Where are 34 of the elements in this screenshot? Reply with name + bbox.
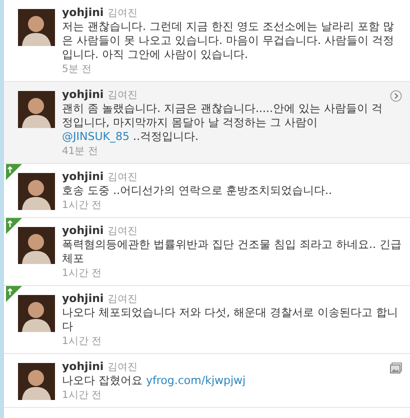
avatar-icon — [18, 173, 55, 210]
timestamp[interactable]: 41분 전 — [62, 145, 98, 158]
username[interactable]: yohjini — [62, 224, 104, 237]
tweet-link[interactable]: @JINSUK_85 — [62, 130, 130, 143]
username[interactable]: yohjini — [62, 170, 104, 183]
arrow-circle-icon[interactable] — [390, 90, 402, 102]
tweet-text: 나오다 체포되었습니다 저와 다섯, 해운대 경찰서로 이송된다고 합니다 — [62, 306, 399, 334]
username[interactable]: yohjini — [62, 360, 104, 373]
tweet-text: 저는 괜찮습니다. 그런데 지금 한진 영도 조선소에는 날라리 포함 많은 사람들이 못 나오고 있습니다. 마음이 무겁습니다. 사람들이 걱정입니다. 아직 그안에 사람이 있습니다. — [62, 20, 395, 62]
username[interactable]: yohjini — [62, 6, 104, 19]
tweet-link[interactable]: yfrog.com/kjwpjwj — [146, 374, 246, 387]
tweet-text: 나오다 잡혔어요 yfrog.com/kjwpjwj — [62, 374, 246, 388]
display-name: 김여진 — [108, 361, 138, 374]
display-name: 김여진 — [108, 225, 138, 238]
avatar-icon — [18, 9, 55, 46]
timestamp[interactable]: 1시간 전 — [62, 267, 102, 280]
username[interactable]: yohjini — [62, 292, 104, 305]
timestamp[interactable]: 1시간 전 — [62, 335, 102, 348]
username[interactable]: yohjini — [62, 88, 104, 101]
display-name: 김여진 — [108, 293, 138, 306]
display-name: 김여진 — [108, 89, 138, 102]
timestamp[interactable]: 1시간 전 — [62, 199, 102, 212]
avatar-icon — [18, 363, 55, 400]
tweet-text: 폭력혐의등에관한 법률위반과 집단 건조물 침입 죄라고 하네요.. 긴급체포 — [62, 238, 402, 266]
avatar-icon — [18, 227, 55, 264]
avatar-icon — [18, 295, 55, 332]
display-name: 김여진 — [108, 171, 138, 184]
timestamp[interactable]: 5분 전 — [62, 63, 92, 76]
tweet-text: 호송 도중 ..어디선가의 연락으로 훈방조치되었습니다.. — [62, 184, 332, 198]
display-name: 김여진 — [108, 7, 138, 20]
tweet-text: 괜히 좀 놀랬습니다. 지금은 괜찮습니다.....안에 있는 사람들이 걱정입니다, 마지막까지 몸달아 날 걱정하는 그 사람이 @JINSUK_85 ..걱정입니다. — [62, 102, 383, 144]
image-icon[interactable] — [390, 362, 402, 374]
timestamp[interactable]: 1시간 전 — [62, 389, 102, 402]
avatar-icon — [18, 91, 55, 128]
